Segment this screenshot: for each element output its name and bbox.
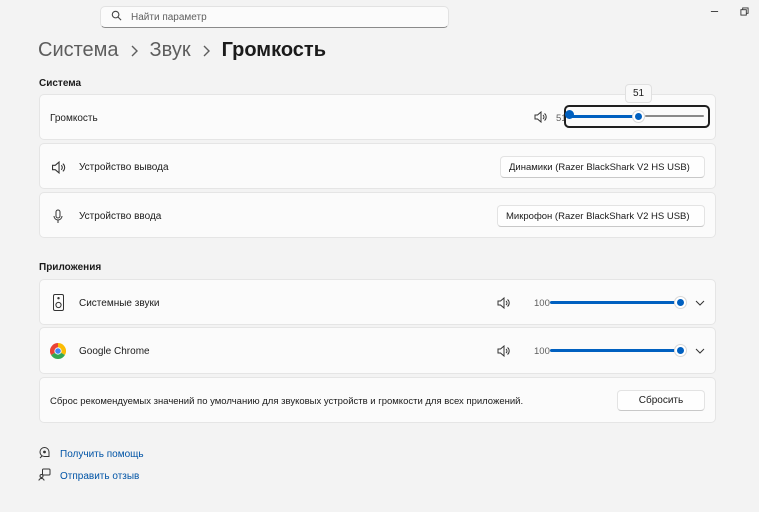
section-title-apps: Приложения	[39, 262, 102, 273]
feedback-icon	[38, 468, 51, 484]
app-name: Системные звуки	[79, 298, 160, 309]
chrome-icon	[50, 343, 66, 359]
reset-card: Сброс рекомендуемых значений по умолчани…	[39, 377, 716, 423]
microphone-icon	[52, 208, 64, 224]
app-volume-value: 100	[534, 298, 550, 309]
reset-description: Сброс рекомендуемых значений по умолчани…	[50, 396, 524, 407]
search-icon	[111, 10, 122, 24]
speaker-icon[interactable]	[496, 296, 510, 309]
output-device-card: Устройство вывода Динамики (Razer BlackS…	[39, 143, 716, 189]
chevron-down-icon[interactable]	[695, 300, 705, 306]
output-device-selected: Динамики (Razer BlackShark V2 HS USB)	[509, 161, 690, 173]
app-row-google-chrome[interactable]: Google Chrome 100	[39, 327, 716, 374]
restore-icon	[739, 6, 749, 16]
window-controls	[699, 0, 759, 22]
section-title-system: Система	[39, 78, 82, 89]
feedback-link-row[interactable]: Отправить отзыв	[38, 468, 139, 484]
app-volume-value: 100	[534, 346, 550, 357]
breadcrumb-item-system[interactable]: Система	[38, 39, 119, 62]
help-icon	[38, 446, 51, 462]
breadcrumb: Система Звук Громкость	[38, 39, 326, 62]
reset-button[interactable]: Сбросить	[617, 390, 705, 411]
help-link-row[interactable]: Получить помощь	[38, 446, 144, 462]
output-device-dropdown[interactable]: Динамики (Razer BlackShark V2 HS USB)	[500, 156, 705, 178]
restore-button[interactable]	[729, 0, 759, 22]
volume-slider-filled-track	[570, 115, 639, 118]
speaker-icon	[50, 160, 66, 174]
app-volume-slider-track[interactable]	[550, 349, 680, 352]
help-link[interactable]: Получить помощь	[60, 449, 144, 460]
volume-slider-start-dot	[565, 110, 574, 119]
chevron-right-icon	[202, 45, 211, 57]
app-name: Google Chrome	[79, 346, 150, 357]
chevron-down-icon[interactable]	[695, 348, 705, 354]
volume-label: Громкость	[50, 113, 98, 124]
input-device-label: Устройство ввода	[79, 211, 162, 222]
volume-tooltip: 51	[625, 84, 652, 103]
minimize-icon	[710, 10, 718, 12]
search-input[interactable]	[131, 11, 431, 23]
system-sounds-icon	[52, 294, 64, 311]
chevron-right-icon	[130, 45, 139, 57]
page-title: Громкость	[221, 39, 327, 61]
speaker-icon[interactable]	[533, 110, 547, 124]
volume-slider[interactable]	[564, 105, 710, 128]
volume-slider-empty-track	[645, 115, 704, 117]
app-volume-slider-thumb[interactable]	[673, 296, 687, 309]
app-volume-slider-track[interactable]	[550, 301, 680, 304]
app-volume-slider-thumb[interactable]	[673, 344, 687, 357]
minimize-button[interactable]	[699, 0, 729, 22]
speaker-icon[interactable]	[496, 344, 510, 357]
volume-slider-thumb[interactable]	[631, 110, 645, 123]
search-box[interactable]	[100, 6, 449, 28]
feedback-link[interactable]: Отправить отзыв	[60, 471, 139, 482]
app-row-system-sounds[interactable]: Системные звуки 100	[39, 279, 716, 325]
input-device-dropdown[interactable]: Микрофон (Razer BlackShark V2 HS USB)	[497, 205, 705, 227]
input-device-card: Устройство ввода Микрофон (Razer BlackSh…	[39, 192, 716, 238]
output-device-label: Устройство вывода	[79, 162, 169, 173]
input-device-selected: Микрофон (Razer BlackShark V2 HS USB)	[506, 210, 690, 222]
breadcrumb-item-sound[interactable]: Звук	[150, 39, 191, 62]
